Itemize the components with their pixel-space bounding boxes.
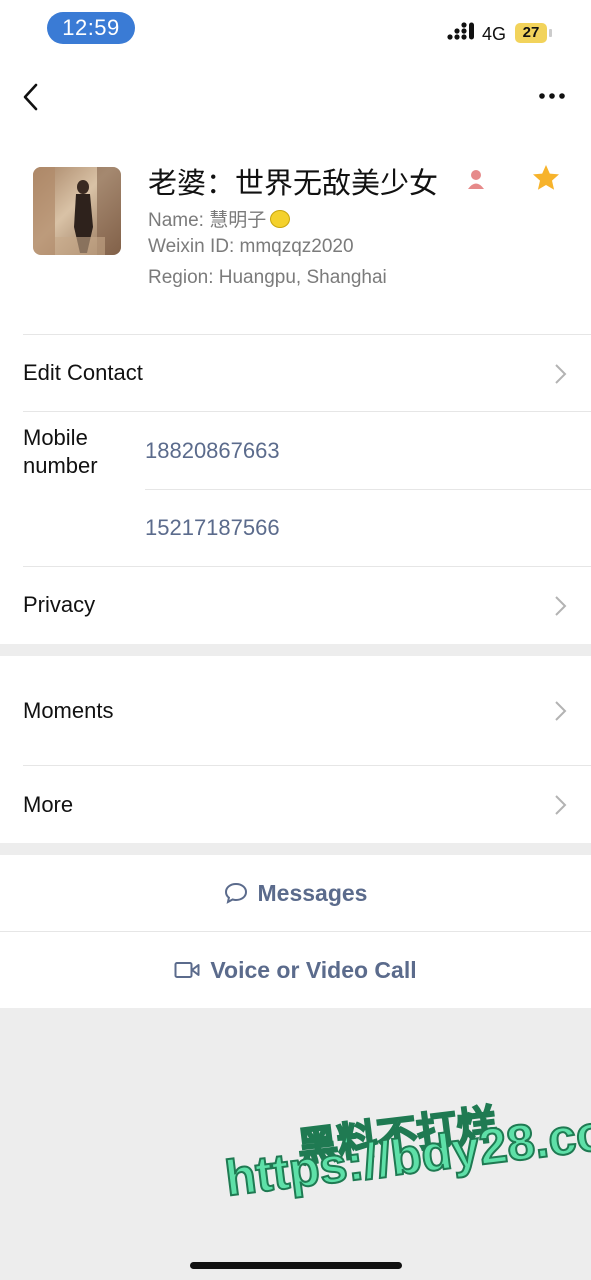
mobile-label-line1: Mobile	[23, 425, 88, 450]
chevron-right-icon	[555, 795, 567, 815]
signal-icon	[447, 22, 474, 40]
avatar[interactable]	[33, 167, 121, 255]
chevron-right-icon	[555, 364, 567, 384]
star-icon[interactable]	[531, 163, 561, 193]
phone-number-1[interactable]: 18820867663	[145, 438, 280, 464]
more-label: More	[23, 792, 74, 817]
real-name: Name: 慧明子	[148, 205, 291, 232]
voice-video-call-button[interactable]: Voice or Video Call	[0, 932, 591, 1008]
battery-tip	[549, 29, 552, 37]
back-button[interactable]	[16, 78, 50, 118]
female-person-icon	[468, 170, 484, 189]
mobile-label-line2: number	[23, 453, 98, 478]
edit-contact-label: Edit Contact	[23, 360, 143, 385]
nav-bar	[0, 58, 591, 138]
contact-remark-name: 老婆：世界无敌美少女	[148, 168, 439, 200]
mobile-number-label: Mobile number	[23, 424, 98, 480]
voice-video-call-label: Voice or Video Call	[210, 956, 417, 983]
divider	[23, 411, 591, 412]
chat-bubble-icon	[224, 882, 247, 904]
divider	[145, 489, 591, 490]
battery-indicator: 27	[515, 23, 547, 43]
avatar-photo-art	[33, 167, 121, 255]
phone-number-2[interactable]: 15217187566	[145, 515, 280, 541]
chevron-right-icon	[555, 701, 567, 721]
chevron-right-icon	[555, 596, 567, 616]
video-camera-icon	[174, 962, 200, 978]
messages-button[interactable]: Messages	[0, 855, 591, 931]
weixin-id: Weixin ID: mmqzqz2020	[148, 236, 354, 257]
privacy-label: Privacy	[23, 592, 96, 617]
region: Region: Huangpu, Shanghai	[148, 267, 387, 288]
network-type: 4G	[482, 24, 507, 44]
status-time: 12:59	[47, 12, 135, 44]
more-options-icon[interactable]	[530, 82, 570, 112]
lemon-icon	[270, 210, 291, 228]
home-indicator[interactable]	[190, 1262, 402, 1269]
more-row[interactable]	[0, 766, 591, 843]
messages-label: Messages	[257, 879, 368, 906]
real-name-text: Name: 慧明子	[148, 210, 267, 231]
moments-label: Moments	[23, 698, 114, 723]
